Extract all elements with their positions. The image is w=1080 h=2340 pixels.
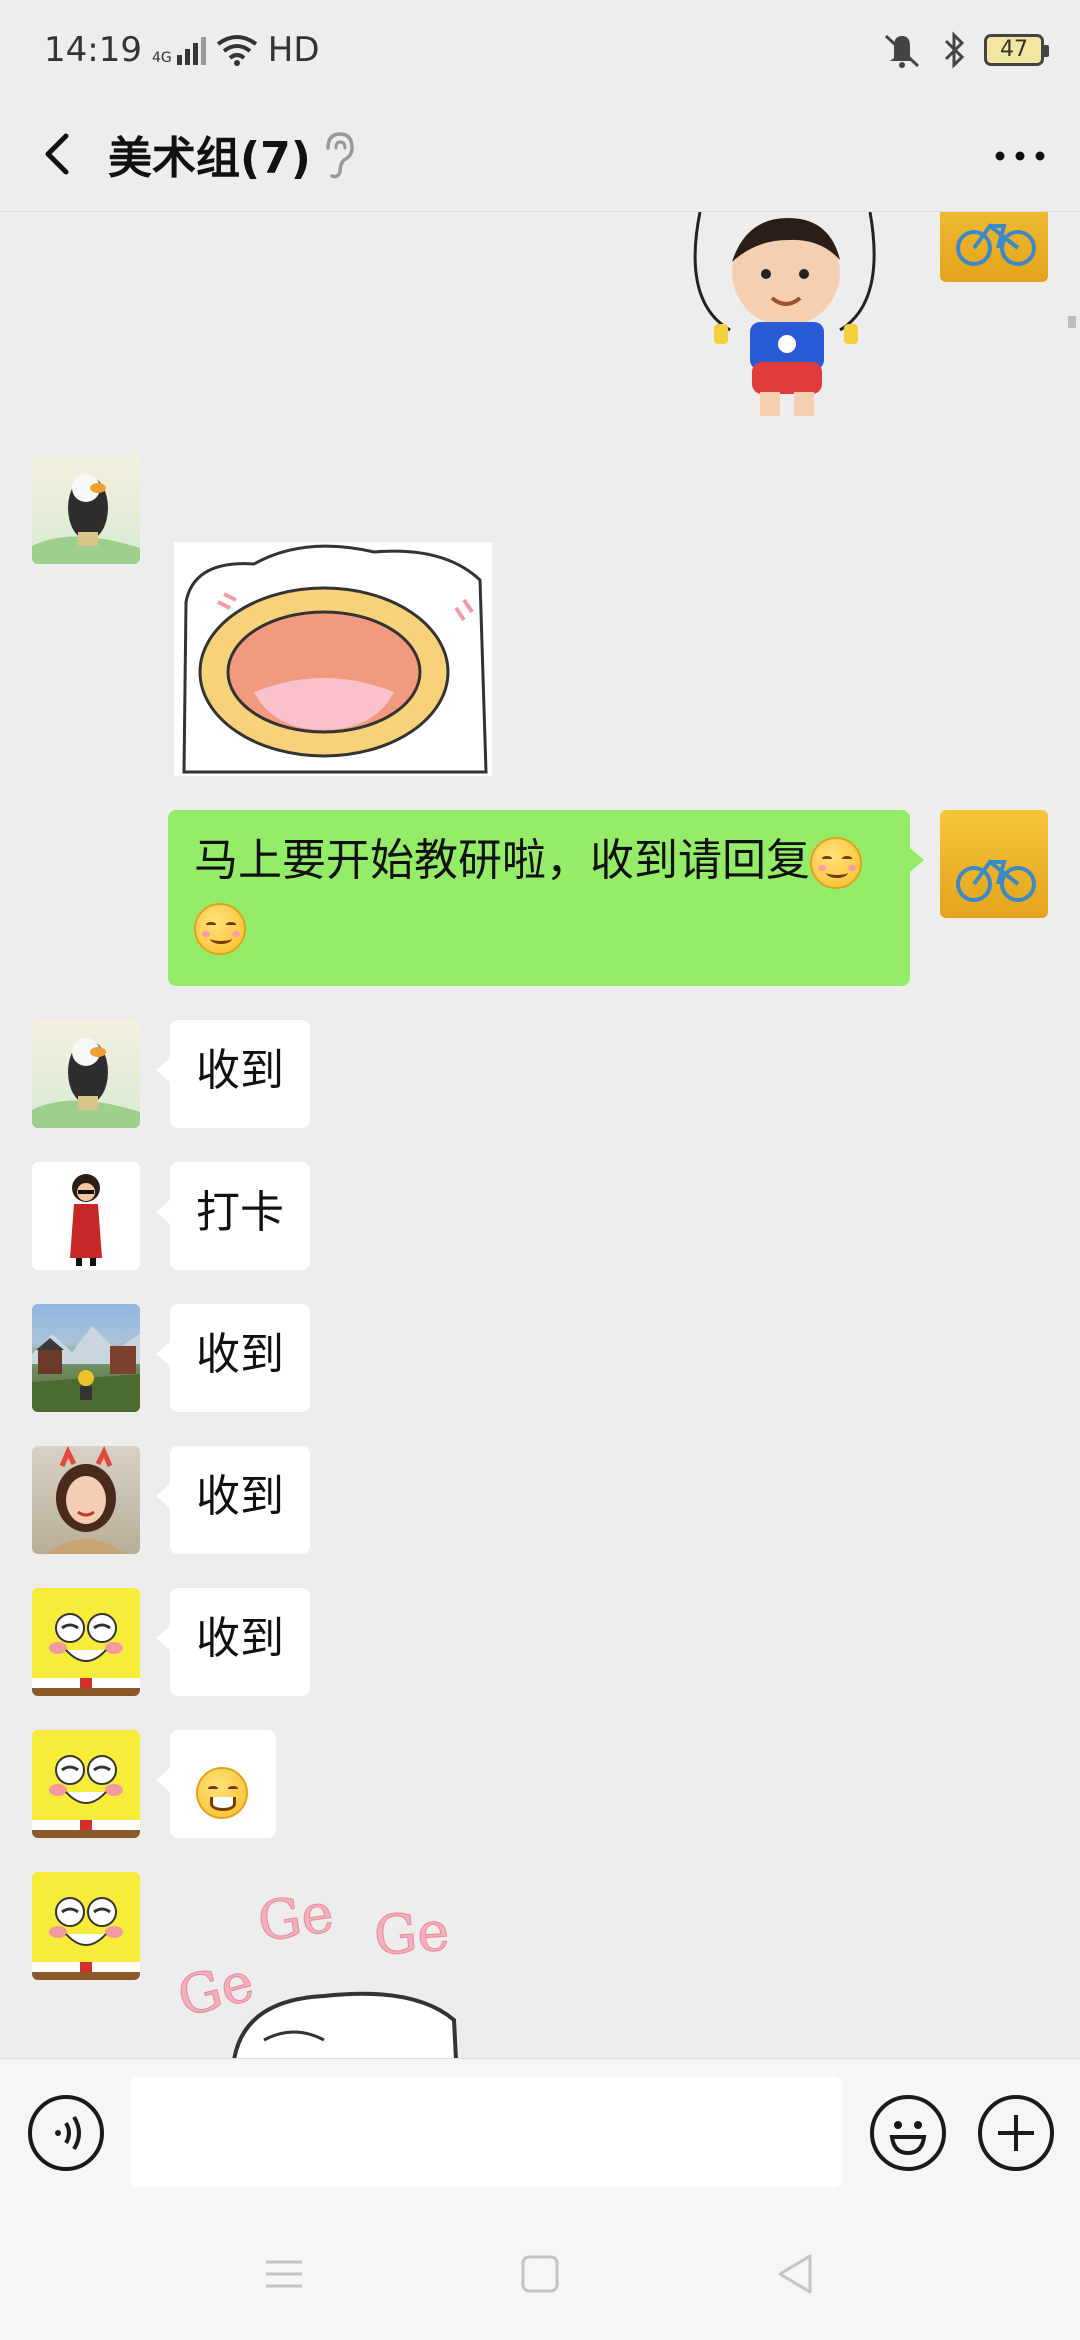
avatar-member-duck[interactable] [32, 1020, 140, 1128]
voice-icon [55, 2115, 81, 2151]
reply-bubble[interactable]: 打卡 [156, 1162, 310, 1270]
network-type: 4G [151, 50, 172, 66]
battery-icon: 47 [984, 34, 1049, 66]
duck-avatar-icon [32, 474, 140, 564]
avatar-member-red-dress[interactable] [32, 1162, 140, 1270]
chevron-left-icon[interactable] [32, 124, 92, 184]
ear-icon [326, 132, 354, 179]
reply-bubble[interactable]: 收到 [156, 1020, 310, 1128]
back-nav-icon[interactable] [774, 2252, 816, 2296]
avatar-member-spongebob[interactable] [32, 1730, 140, 1838]
emoji-reply-bubble[interactable] [156, 1730, 276, 1838]
smile-emoji-icon [194, 903, 246, 955]
chat-area[interactable]: 马上要开始教研啦，收到请回复 收到 打卡 收到 收到 收到 Ge Ge Ge [0, 212, 1080, 2058]
reply-text: 收到 [196, 1329, 284, 1380]
bicycle-icon [956, 859, 1036, 902]
status-left: 14:19 4G HD [44, 30, 320, 70]
spongebob-avatar-icon [32, 1613, 140, 1696]
system-nav-bar [0, 2208, 1080, 2340]
reply-bubble[interactable]: 收到 [156, 1446, 310, 1554]
page-title: 美术组(7) [108, 133, 311, 184]
avatar-member-woman[interactable] [32, 1446, 140, 1554]
avatar-member-duck[interactable] [32, 456, 140, 564]
reply-text: 收到 [196, 1045, 284, 1096]
smile-emoji-icon [810, 837, 862, 889]
woman-red-dress-avatar-icon [70, 1174, 102, 1266]
spongebob-avatar-icon [32, 1897, 140, 1980]
reply-bubble[interactable]: 收到 [156, 1588, 310, 1696]
woman-avatar-icon [46, 1446, 126, 1554]
avatar-self[interactable] [940, 810, 1048, 918]
input-bar [0, 2058, 1080, 2208]
outgoing-message-bubble[interactable]: 马上要开始教研啦，收到请回复 [168, 810, 924, 986]
hd-label: HD [267, 30, 320, 70]
landscape-avatar-icon [32, 1326, 140, 1412]
reply-bubble[interactable]: 收到 [156, 1304, 310, 1412]
avatar-self-top[interactable] [940, 212, 1048, 282]
outgoing-message-text: 马上要开始教研啦，收到请回复 [194, 835, 810, 886]
clock: 14:19 [44, 30, 142, 70]
bicycle-icon [956, 223, 1036, 266]
avatar-member-spongebob[interactable] [32, 1588, 140, 1696]
voice-button[interactable] [28, 2095, 104, 2171]
plus-icon [998, 2115, 1034, 2151]
sticker-ge-ge[interactable]: Ge Ge Ge [171, 1880, 504, 2058]
sticker-ge-text: Ge [253, 1881, 338, 1955]
spongebob-avatar-icon [32, 1755, 140, 1838]
avatar-member-spongebob[interactable] [32, 1872, 140, 1980]
home-icon[interactable] [520, 2254, 560, 2294]
network-icon: 4G [152, 35, 206, 65]
mute-bell-icon [884, 34, 920, 68]
avatar-member-landscape[interactable] [32, 1304, 140, 1412]
reply-text: 收到 [196, 1471, 284, 1522]
sticker-ge-text: Ge [371, 1899, 452, 1968]
bluetooth-icon [944, 31, 965, 69]
chat-header: 美术组(7) [0, 100, 1080, 212]
sticker-duck-mouth[interactable] [174, 542, 492, 776]
duck-head-icon [232, 1991, 458, 2058]
reply-text: 收到 [196, 1613, 284, 1664]
sticker-baby-jumprope[interactable] [690, 212, 890, 422]
duck-avatar-icon [32, 1038, 140, 1128]
scroll-indicator[interactable] [1068, 316, 1076, 328]
wifi-icon [216, 35, 257, 66]
emoji-icon [889, 2121, 927, 2156]
more-dots-icon[interactable] [990, 128, 1050, 184]
message-input[interactable] [130, 2077, 842, 2187]
reply-text: 打卡 [196, 1187, 284, 1238]
status-bar: 14:19 4G HD 47 [0, 0, 1080, 100]
emoji-button[interactable] [870, 2095, 946, 2171]
menu-icon[interactable] [262, 2254, 306, 2294]
grin-emoji-icon [196, 1767, 248, 1819]
status-right: 47 [880, 30, 1049, 70]
plus-button[interactable] [978, 2095, 1054, 2171]
